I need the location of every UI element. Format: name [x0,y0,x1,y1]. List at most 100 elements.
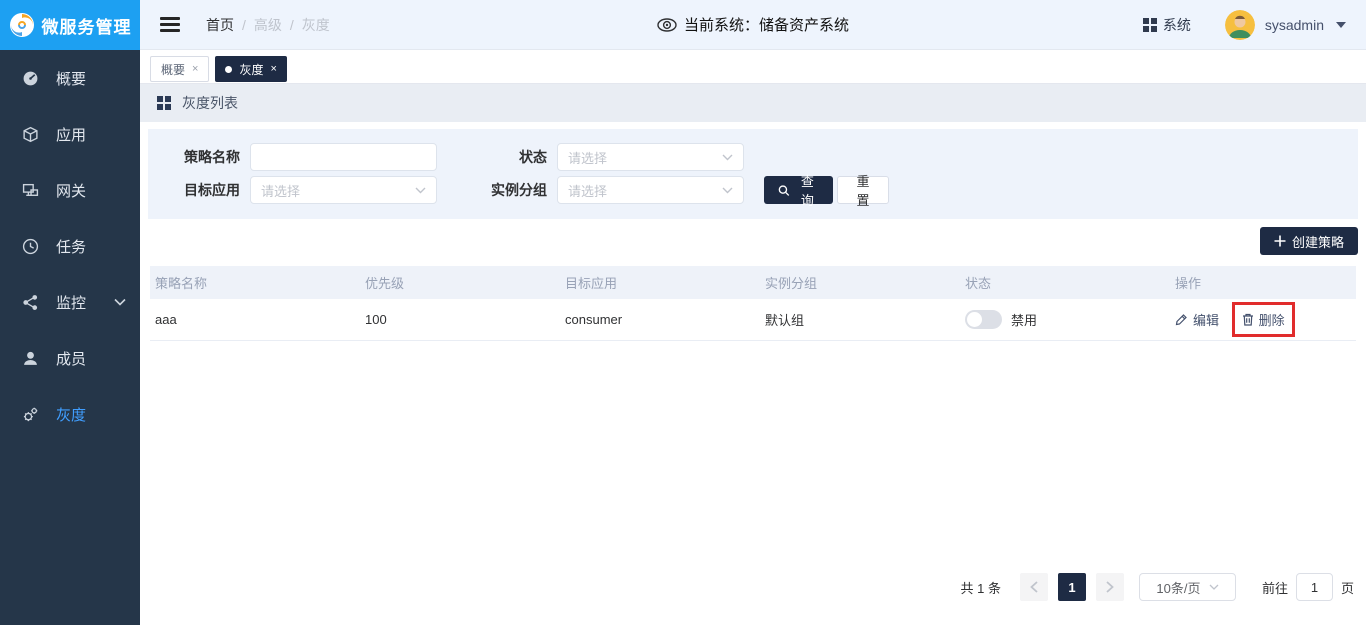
col-header-policy-name: 策略名称 [150,266,360,299]
chevron-left-icon [1030,581,1038,593]
col-header-actions: 操作 [1170,266,1356,299]
breadcrumb-advanced[interactable]: 高级 [254,15,282,35]
section-header: 灰度列表 [140,84,1366,122]
system-menu-label: 系统 [1162,16,1191,33]
plus-icon [1274,235,1286,247]
app-icon [23,126,38,142]
section-title: 灰度列表 [182,95,238,111]
filter-panel: 策略名称 状态 请选择 目标应用 请选择 实例分组 请选择 查询 重置 [148,129,1358,219]
sidebar-item-label: 监控 [56,294,87,312]
search-button[interactable]: 查询 [764,174,833,208]
search-button-label: 查询 [800,174,814,208]
pagination-prev-button[interactable] [1019,573,1048,601]
status-toggle[interactable] [965,309,1002,329]
target-app-select[interactable]: 请选择 [250,176,437,204]
topbar-main: 首页 / 高级 / 灰度 当前系统：储备资产系统 系统 sysadmin [140,0,1366,49]
cell-instance-group: 默认组 [760,299,960,341]
sidebar: 概要 应用 网关 任务 监控 成员 灰度 [0,50,140,625]
task-clock-icon [22,238,39,254]
reset-button-label: 重置 [856,174,870,208]
system-menu-button[interactable]: 系统 [1142,15,1191,35]
sidebar-item-label: 概要 [56,70,87,88]
delete-label: 删除 [1258,312,1285,328]
section-grid-icon [157,96,171,110]
monitor-icon [23,294,38,310]
page-size-value: 10条/页 [1156,580,1201,596]
table-row: aaa 100 consumer 默认组 禁用 编辑 删除 [150,299,1356,341]
tab-label: 概要 [161,62,186,77]
tab-close-icon[interactable]: × [192,63,198,75]
pagination-page-1[interactable]: 1 [1057,573,1086,601]
topbar: 微服务管理 首页 / 高级 / 灰度 当前系统：储备资产系统 系统 sysadm… [0,0,1366,50]
topbar-right: 系统 sysadmin [1142,9,1346,40]
chevron-down-icon [415,187,426,193]
tab-grayscale[interactable]: 灰度 × [215,56,287,82]
edit-button[interactable]: 编辑 [1175,310,1219,329]
breadcrumb-home[interactable]: 首页 [206,15,234,35]
cell-target-app: consumer [560,299,760,341]
sidebar-item-grayscale[interactable]: 灰度 [0,386,140,442]
pagination-next-button[interactable] [1095,573,1124,601]
target-app-label: 目标应用 [184,182,240,198]
reset-button[interactable]: 重置 [837,174,889,208]
policy-name-field [250,143,437,171]
grayscale-gears-icon [23,407,38,421]
sidebar-item-label: 网关 [56,182,87,200]
delete-trash-icon [1242,313,1253,326]
tab-overview[interactable]: 概要 × [150,56,210,82]
username[interactable]: sysadmin [1265,17,1324,33]
page-size-select[interactable]: 10条/页 [1138,573,1236,601]
filter-wrap: 策略名称 状态 请选择 目标应用 请选择 实例分组 请选择 查询 重置 [140,122,1366,219]
app-title: 微服务管理 [41,17,132,37]
instance-group-select[interactable]: 请选择 [557,176,744,204]
page-unit-label: 页 [1340,580,1354,596]
policy-table: 策略名称 优先级 目标应用 实例分组 状态 操作 aaa 100 consume [150,266,1356,341]
chevron-down-icon [114,298,126,306]
goto-label: 前往 [1261,580,1288,596]
sidebar-item-label: 灰度 [56,406,87,424]
breadcrumb-gray: 灰度 [301,16,330,33]
cell-priority: 100 [360,299,560,341]
policy-name-input[interactable] [251,144,436,170]
sidebar-item-label: 应用 [56,126,87,144]
instance-group-label: 实例分组 [491,182,547,198]
create-policy-button[interactable]: 创建策略 [1259,227,1358,255]
sidebar-item-label: 成员 [56,350,87,368]
tab-bar: 概要 × 灰度 × [140,50,1366,84]
search-icon [778,184,790,196]
col-header-status: 状态 [960,266,1170,299]
active-tab-dot [225,65,233,73]
sidebar-item-monitoring[interactable]: 监控 [0,274,140,330]
sidebar-item-applications[interactable]: 应用 [0,106,140,162]
avatar[interactable] [1224,9,1255,40]
sidebar-item-tasks[interactable]: 任务 [0,218,140,274]
edit-label: 编辑 [1193,312,1220,328]
pagination-total: 共 1 条 [960,580,1001,596]
sidebar-item-label: 任务 [56,238,87,256]
current-system-text: 当前系统：储备资产系统 [683,17,850,34]
hamburger-menu-icon[interactable] [160,17,180,32]
current-system-indicator: 当前系统：储备资产系统 [657,14,849,35]
sidebar-item-gateway[interactable]: 网关 [0,162,140,218]
status-label: 状态 [519,149,547,165]
select-placeholder: 请选择 [568,150,608,166]
policy-name-label: 策略名称 [184,149,240,165]
col-header-target-app: 目标应用 [560,266,760,299]
chevron-down-icon [722,187,733,193]
select-placeholder: 请选择 [261,183,301,199]
sidebar-item-overview[interactable]: 概要 [0,50,140,106]
user-dropdown-caret-icon[interactable] [1336,21,1346,28]
app-logo: 微服务管理 [0,0,140,50]
sidebar-item-members[interactable]: 成员 [0,330,140,386]
grid-icon [1142,17,1157,32]
gateway-icon [22,183,39,196]
delete-button-highlighted[interactable]: 删除 [1231,301,1295,337]
breadcrumb: 首页 / 高级 / 灰度 [206,15,330,35]
pagination: 共 1 条 1 10条/页 前往 页 [140,573,1366,601]
goto-page-input[interactable] [1295,573,1333,601]
create-policy-label: 创建策略 [1291,234,1344,250]
tab-close-icon[interactable]: × [270,63,276,75]
status-text: 禁用 [1011,312,1038,328]
eye-icon [657,17,677,32]
status-select[interactable]: 请选择 [557,143,744,171]
